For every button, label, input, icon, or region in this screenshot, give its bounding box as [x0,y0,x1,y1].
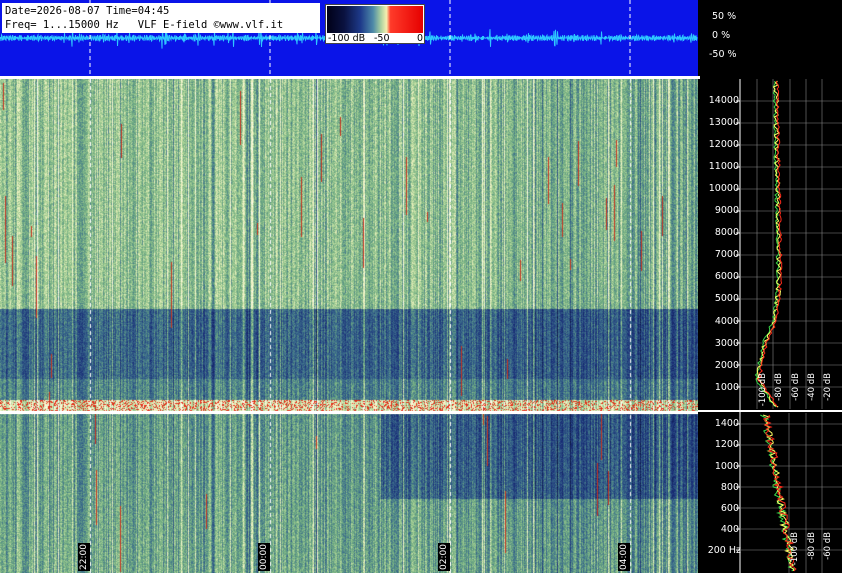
db-label-lower-60: -60 dB [823,532,833,560]
db-label-upper-20: -20 dB [823,373,833,401]
db-label-lower-100: -100 dB [790,532,800,566]
waveform-panel: Date=2026-08-07 Time=04:45 Freq= 1...150… [0,0,698,76]
time-label-0200: 02:00 [438,543,450,571]
spectrogram-image [0,79,698,573]
freq-label-3000: 3000 [714,338,739,349]
freq-label-2000: 2000 [714,360,739,371]
db-label-upper-60: -60 dB [791,373,801,401]
db-label-upper-80: -80 dB [774,373,784,401]
colorbar-label-mid: -50 [374,33,390,44]
freq-label-8000: 8000 [714,227,739,238]
colorbar-label-max: 0 [417,33,424,44]
vlf-spectrogram-viewer: Date=2026-08-07 Time=04:45 Freq= 1...150… [0,0,842,573]
frequency-axis-panel: 14000 13000 12000 11000 10000 9000 8000 … [698,79,842,573]
freq-label-200: 200 Hz [707,545,741,556]
freq-label-1000-lower: 1000 [714,461,739,472]
freq-label-9000: 9000 [714,205,739,216]
info-frequency: Freq= 1...15000 Hz VLF E-field ©www.vlf.… [5,19,284,31]
freq-label-6000: 6000 [714,271,739,282]
freq-label-600: 600 [720,503,739,514]
info-date-time: Date=2026-08-07 Time=04:45 [5,5,170,17]
freq-label-1000: 1000 [714,382,739,393]
freq-label-11000: 11000 [708,161,739,172]
time-label-2200: 22:00 [78,543,90,571]
freq-label-12000: 12000 [708,139,739,150]
db-label-lower-80: -80 dB [807,532,817,560]
colorbar: -100 dB -50 0 [325,4,425,44]
waveform-scale-bottom: -50 % [709,49,737,60]
freq-label-7000: 7000 [714,249,739,260]
info-box: Date=2026-08-07 Time=04:45 Freq= 1...150… [2,3,320,33]
waveform-scale-top: 50 % [712,11,737,22]
time-label-0000: 00:00 [258,543,270,571]
freq-label-400: 400 [720,524,739,535]
freq-label-1200: 1200 [714,439,739,450]
db-label-upper-40: -40 dB [807,373,817,401]
waveform-scale-mid: 0 % [712,30,731,41]
colorbar-gradient [327,6,423,33]
colorbar-label-min: -100 dB [328,33,366,44]
freq-label-5000: 5000 [714,293,739,304]
freq-label-800: 800 [720,482,739,493]
freq-label-13000: 13000 [708,117,739,128]
freq-label-10000: 10000 [708,183,739,194]
freq-label-1400: 1400 [714,418,739,429]
spectrogram [0,79,698,573]
spectrogram-range-separator [0,411,700,414]
db-label-upper-100: -100 dB [758,373,768,407]
time-label-0400: 04:00 [618,543,630,571]
freq-label-14000: 14000 [708,95,739,106]
freq-label-4000: 4000 [714,316,739,327]
